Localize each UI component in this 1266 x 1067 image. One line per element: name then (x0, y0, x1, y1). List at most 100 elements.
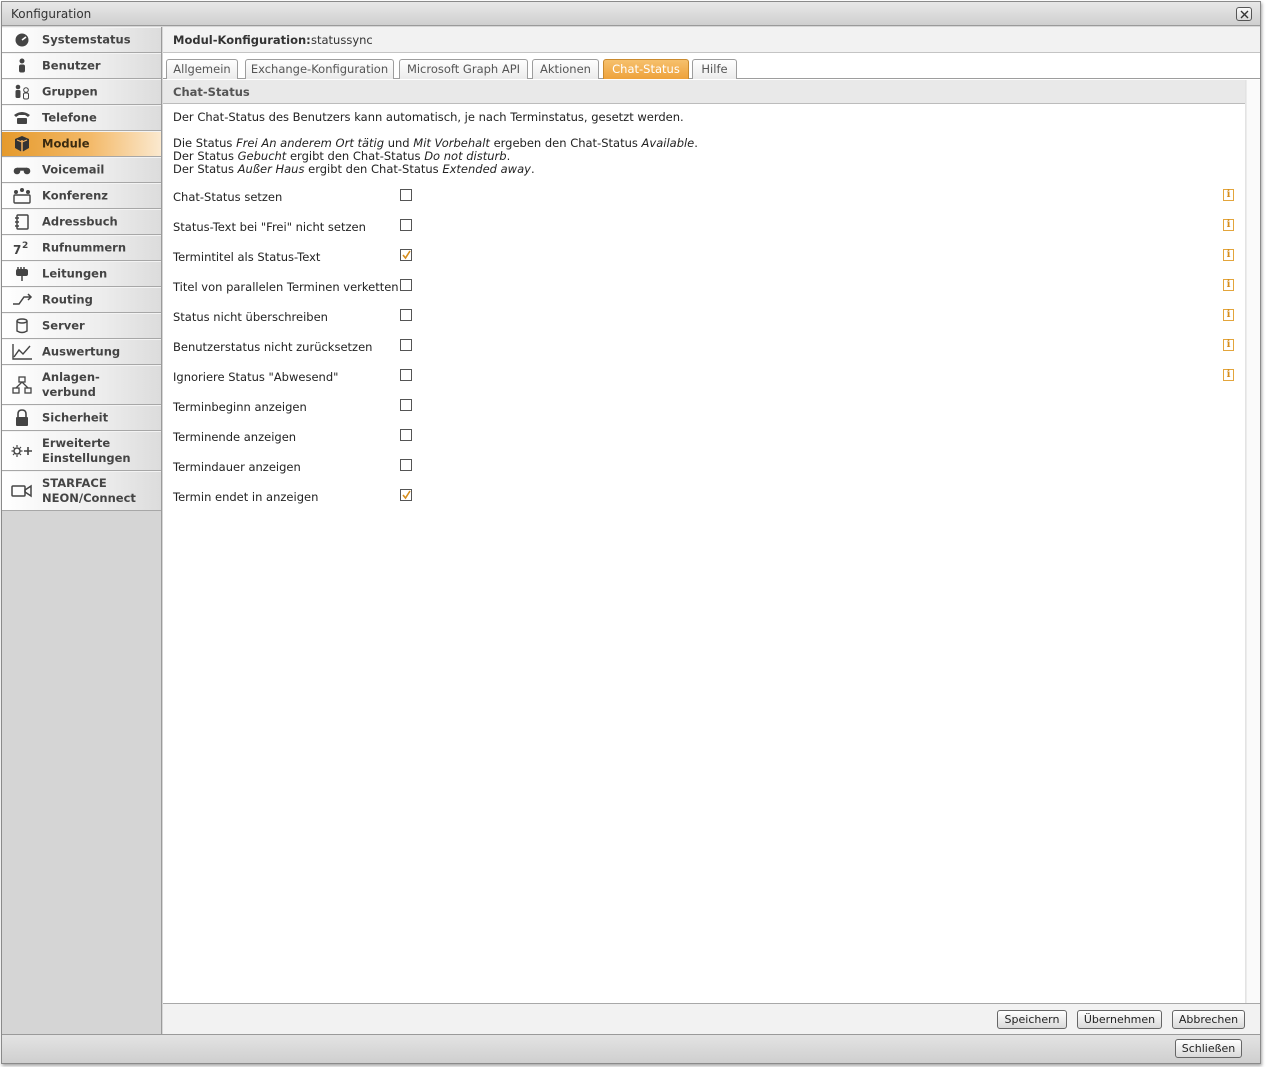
info-icon[interactable]: i (1223, 189, 1234, 201)
module-header: Modul-Konfiguration: statussync (163, 27, 1260, 53)
option-label: Terminende anzeigen (173, 430, 297, 444)
sidebar-item-label: Benutzer (42, 58, 101, 73)
sidebar-item-label: Gruppen (42, 84, 98, 99)
main-panel: Modul-Konfiguration: statussync Allgemei… (163, 27, 1260, 1034)
sidebar-item-label: Voicemail (42, 162, 105, 177)
option-label: Termintitel als Status-Text (173, 250, 321, 264)
sidebar-item-server[interactable]: Server (2, 313, 161, 339)
info-glyph: i (1226, 249, 1231, 260)
lock-icon (16, 409, 28, 426)
sidebar-item-leitungen[interactable]: Leitungen (2, 261, 161, 287)
info-glyph: i (1226, 189, 1231, 200)
module-config-value: statussync (311, 33, 373, 47)
sidebar-item-label: Routing (42, 292, 93, 307)
chart-icon (12, 344, 32, 360)
description-line-3: Der Status Außer Haus ergibt den Chat-St… (173, 162, 535, 176)
sidebar-item-sicherheit[interactable]: Sicherheit (2, 405, 161, 431)
sidebar-item-label: Rufnummern (42, 240, 127, 255)
gauge-icon (15, 33, 29, 47)
info-icon[interactable]: i (1223, 249, 1234, 261)
sidebar-item-label: Module (42, 136, 90, 151)
sidebar-item-routing[interactable]: Routing (2, 287, 161, 313)
option-checkbox[interactable] (400, 339, 412, 351)
section-title-bar: Chat-Status (163, 80, 1245, 104)
network-icon (12, 376, 32, 394)
option-label: Titel von parallelen Terminen verketten (173, 280, 399, 294)
sidebar-item-anlagenverbund[interactable]: Anlagen- verbund (2, 365, 161, 405)
routing-icon (13, 293, 33, 305)
sidebar-item-starface-neon-connect[interactable]: STARFACE NEON/Connect (2, 471, 161, 511)
info-icon[interactable]: i (1223, 369, 1234, 381)
info-icon[interactable]: i (1223, 279, 1234, 291)
content-area: Chat-Status Der Chat-Status des Benutzer… (163, 80, 1246, 1003)
sidebar-item-telefone[interactable]: Telefone (2, 105, 161, 131)
option-checkbox[interactable] (400, 429, 412, 441)
option-checkbox[interactable] (400, 459, 412, 471)
window-title: Konfiguration (11, 7, 92, 21)
module-config-label: Modul-Konfiguration: (173, 33, 311, 47)
sidebar-item-module[interactable]: Module (2, 131, 161, 157)
option-label: Status-Text bei "Frei" nicht setzen (173, 220, 366, 234)
numbers-icon: 72 (13, 241, 28, 257)
info-glyph: i (1226, 369, 1231, 380)
tab-aktionen[interactable]: Aktionen (532, 59, 599, 79)
plug-icon (16, 267, 28, 281)
sidebar-item-systemstatus[interactable]: Systemstatus (2, 27, 161, 53)
option-label: Termindauer anzeigen (173, 460, 301, 474)
option-label: Ignoriere Status "Abwesend" (173, 370, 339, 384)
advanced-settings-icon (11, 445, 32, 457)
apply-button[interactable]: Übernehmen (1077, 1010, 1162, 1029)
sidebar-item-rufnummern[interactable]: 72 Rufnummern (2, 235, 161, 261)
info-icon[interactable]: i (1223, 339, 1234, 351)
option-checkbox[interactable] (400, 189, 412, 201)
sidebar-item-voicemail[interactable]: Voicemail (2, 157, 161, 183)
camera-icon (11, 484, 32, 498)
sidebar-item-adressbuch[interactable]: Adressbuch (2, 209, 161, 235)
voicemail-icon (13, 167, 31, 175)
option-label: Termin endet in anzeigen (173, 490, 319, 504)
option-label: Terminbeginn anzeigen (173, 400, 307, 414)
option-checkbox[interactable] (400, 219, 412, 231)
checkmark-icon (402, 250, 411, 260)
save-button[interactable]: Speichern (997, 1010, 1067, 1029)
info-icon[interactable]: i (1223, 219, 1234, 231)
tab-microsoft-graph-api[interactable]: Microsoft Graph API (399, 59, 528, 79)
tab-exchange-konfiguration[interactable]: Exchange-Konfiguration (245, 59, 394, 79)
sidebar-item-erweiterte-einstellungen[interactable]: Erweiterte Einstellungen (2, 431, 161, 471)
user-icon (19, 58, 25, 73)
option-checkbox[interactable] (400, 249, 412, 261)
info-glyph: i (1226, 279, 1231, 290)
scrollbar[interactable] (1246, 80, 1260, 1003)
sidebar: Systemstatus Benutzer Gruppen Telefone M… (2, 27, 162, 1034)
info-glyph: i (1226, 339, 1231, 350)
option-checkbox[interactable] (400, 279, 412, 291)
server-icon (16, 318, 28, 334)
option-checkbox[interactable] (400, 489, 412, 501)
tab-allgemein[interactable]: Allgemein (166, 59, 238, 79)
phone-icon (14, 112, 30, 124)
bottom-bar: Schließen (2, 1034, 1260, 1063)
info-icon[interactable]: i (1223, 309, 1234, 321)
sidebar-item-gruppen[interactable]: Gruppen (2, 79, 161, 105)
sidebar-item-label: Telefone (42, 110, 97, 125)
cancel-button[interactable]: Abbrechen (1172, 1010, 1245, 1029)
info-glyph: i (1226, 219, 1231, 230)
svg-text:2: 2 (22, 241, 28, 251)
sidebar-item-label: Server (42, 318, 85, 333)
tab-hilfe[interactable]: Hilfe (692, 59, 737, 79)
sidebar-item-label: Leitungen (42, 266, 108, 281)
config-window: Konfiguration Systemstatus Benutzer Grup… (1, 1, 1261, 1064)
sidebar-item-benutzer[interactable]: Benutzer (2, 53, 161, 79)
sidebar-item-auswertung[interactable]: Auswertung (2, 339, 161, 365)
sidebar-item-label: Sicherheit (42, 410, 109, 425)
close-icon[interactable] (1236, 7, 1252, 21)
sidebar-item-label: Systemstatus (42, 32, 131, 47)
option-checkbox[interactable] (400, 369, 412, 381)
option-checkbox[interactable] (400, 399, 412, 411)
tab-chat-status[interactable]: Chat-Status (603, 59, 689, 79)
option-checkbox[interactable] (400, 309, 412, 321)
sidebar-item-label: Anlagen- verbund (42, 370, 100, 399)
conference-icon (13, 188, 31, 204)
close-button[interactable]: Schließen (1175, 1039, 1242, 1058)
sidebar-item-konferenz[interactable]: Konferenz (2, 183, 161, 209)
